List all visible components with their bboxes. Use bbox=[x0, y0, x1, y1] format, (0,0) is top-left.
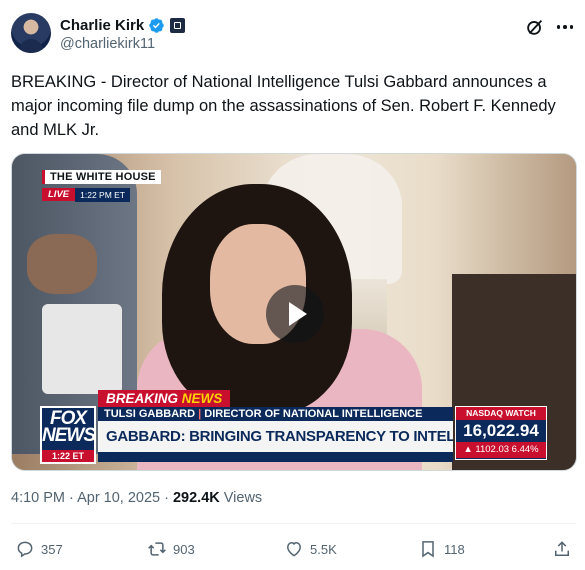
divider bbox=[11, 523, 576, 524]
bookmark-count: 118 bbox=[444, 541, 465, 557]
bookmark-button[interactable]: 118 bbox=[418, 537, 465, 561]
heart-icon bbox=[286, 541, 302, 557]
reply-icon bbox=[17, 541, 33, 558]
author-handle[interactable]: @charliekirk11 bbox=[60, 36, 155, 52]
ticker-value: 16,022.94 bbox=[463, 421, 539, 440]
chyron-headline: GABBARD: BRINGING TRANSPARENCY TO INTEL … bbox=[98, 421, 453, 452]
background-hand bbox=[27, 234, 97, 294]
breaking-news-bar: BREAKING NEWS bbox=[98, 390, 231, 407]
video-player[interactable]: THE WHITE HOUSE LIVE 1:22 PM ET BREAKING… bbox=[11, 153, 577, 471]
tweet-card: Charlie Kirk @charliekirk11 BREAKING - D… bbox=[0, 0, 585, 570]
bookmark-icon bbox=[422, 541, 434, 558]
network-logo: FOX NEWS 1:22 ET bbox=[40, 406, 96, 464]
play-icon[interactable] bbox=[266, 285, 324, 343]
views-label: Views bbox=[223, 490, 263, 506]
lower-third-title: DIRECTOR OF NATIONAL INTELLIGENCE bbox=[204, 408, 423, 420]
ticker-label: NASDAQ WATCH bbox=[456, 407, 546, 420]
breaking-news-word: NEWS bbox=[181, 391, 223, 406]
location-label: THE WHITE HOUSE bbox=[42, 170, 161, 184]
repost-button[interactable]: 903 bbox=[147, 537, 195, 561]
market-ticker: NASDAQ WATCH 16,022.94 ▲ 1102.03 6.44% bbox=[455, 406, 547, 460]
affiliation-badge-icon bbox=[170, 17, 186, 33]
share-button[interactable] bbox=[552, 537, 572, 561]
grok-icon[interactable] bbox=[524, 16, 546, 38]
reply-button[interactable]: 357 bbox=[15, 537, 63, 561]
views-count: 292.4K bbox=[172, 490, 220, 506]
avatar[interactable] bbox=[11, 13, 51, 53]
retweet-icon bbox=[148, 542, 166, 556]
breaking-label: BREAKING bbox=[106, 391, 179, 406]
verified-badge-icon bbox=[149, 17, 164, 33]
live-indicator: LIVE 1:22 PM ET bbox=[42, 187, 131, 202]
share-icon bbox=[555, 541, 569, 556]
lower-third-name: TULSI GABBARD | DIRECTOR OF NATIONAL INT… bbox=[98, 407, 453, 421]
tweet-text: BREAKING - Director of National Intellig… bbox=[11, 73, 556, 139]
background-device bbox=[42, 304, 122, 394]
like-button[interactable]: 5.5K bbox=[284, 537, 337, 561]
network-time: 1:22 ET bbox=[42, 450, 94, 462]
ticker-strip bbox=[98, 452, 453, 462]
network-logo-text: FOX NEWS bbox=[42, 408, 96, 446]
ticker-change: ▲ 1102.03 6.44% bbox=[456, 442, 546, 458]
reply-count: 357 bbox=[41, 541, 63, 557]
tweet-timestamp[interactable]: 4:10 PM · Apr 10, 2025 · bbox=[11, 490, 169, 506]
location-bug: THE WHITE HOUSE LIVE 1:22 PM ET bbox=[42, 170, 161, 202]
author-row: Charlie Kirk bbox=[60, 15, 186, 35]
more-icon[interactable] bbox=[554, 16, 576, 38]
live-time: 1:22 PM ET bbox=[75, 187, 131, 202]
repost-count: 903 bbox=[173, 541, 195, 557]
live-label: LIVE bbox=[42, 188, 76, 201]
tweet-meta: 4:10 PM · Apr 10, 2025 · 292.4K Views bbox=[11, 490, 262, 506]
lower-third-person: TULSI GABBARD bbox=[104, 408, 196, 420]
like-count: 5.5K bbox=[310, 541, 337, 557]
author-name[interactable]: Charlie Kirk bbox=[60, 17, 144, 34]
